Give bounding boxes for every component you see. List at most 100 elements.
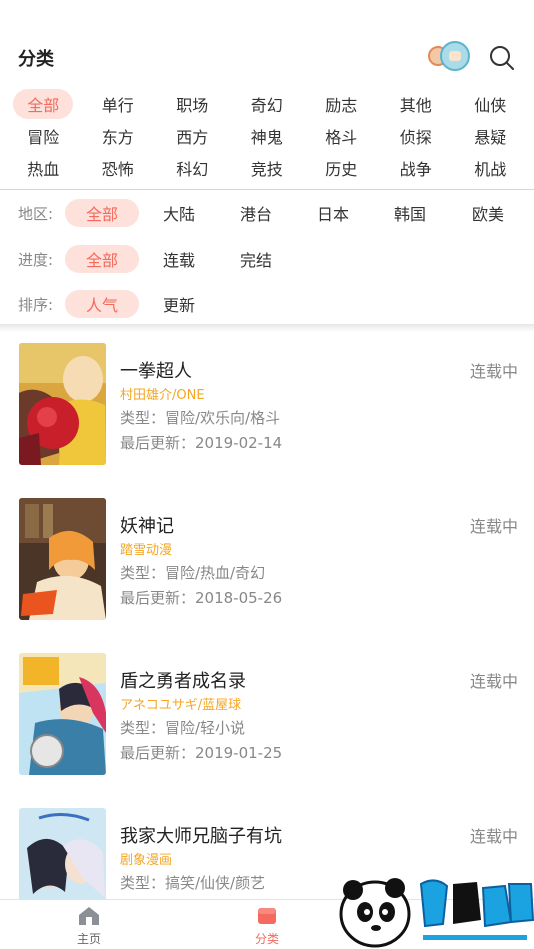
header: 分类 bbox=[0, 0, 534, 84]
category-chip[interactable]: 全部 bbox=[6, 88, 81, 120]
category-chip-label: 其他 bbox=[399, 96, 432, 115]
comic-author: 踏雪动漫 bbox=[120, 543, 173, 558]
nav-home-label: 主页 bbox=[76, 932, 101, 946]
category-chip-label: 历史 bbox=[325, 160, 358, 179]
category-grid: 全部 单行 职场 奇幻 励志 其他 仙侠冒险 东方 西方 神鬼 格斗 侦探 悬疑热血 恐怖 科幻 竞技 历史 战争… bbox=[6, 88, 528, 184]
comic-item[interactable]: 妖神记 踏雪动漫 类型：冒险/热血/奇幻 最后更新：2018-05-26 连载中 bbox=[0, 498, 534, 620]
filter-shadow bbox=[0, 324, 534, 332]
avatar-main-icon bbox=[440, 41, 470, 71]
category-chip[interactable]: 神鬼 bbox=[230, 120, 305, 152]
region-option-west[interactable]: 欧美 bbox=[451, 199, 525, 227]
sort-option-popular[interactable]: 人气 bbox=[65, 290, 139, 318]
filter-region: 地区: 全部 大陆 港台 日本 韩国 欧美 bbox=[0, 198, 534, 228]
comic-genre: 类型：冒险/热血/奇幻 bbox=[120, 564, 266, 582]
category-chip[interactable]: 恐怖 bbox=[81, 152, 156, 184]
category-chip[interactable]: 机战 bbox=[453, 152, 528, 184]
category-chip[interactable]: 科幻 bbox=[155, 152, 230, 184]
comic-author: 剧象漫画 bbox=[120, 853, 173, 868]
comic-item[interactable]: 一拳超人 村田雄介/ONE 类型：冒险/欢乐向/格斗 最后更新：2019-02-… bbox=[0, 343, 534, 465]
filter-region-label: 地区: bbox=[18, 204, 54, 223]
comic-author: 村田雄介/ONE bbox=[120, 388, 205, 403]
category-chip-label: 战争 bbox=[399, 160, 432, 179]
category-chip[interactable]: 格斗 bbox=[304, 120, 379, 152]
category-chip[interactable]: 热血 bbox=[6, 152, 81, 184]
category-chip[interactable]: 悬疑 bbox=[453, 120, 528, 152]
comic-genre: 类型：搞笑/仙侠/颜艺 bbox=[120, 874, 266, 892]
comic-genre: 类型：冒险/轻小说 bbox=[120, 719, 246, 737]
category-chip-label: 单行 bbox=[101, 96, 134, 115]
category-chip[interactable]: 西方 bbox=[155, 120, 230, 152]
category-chip[interactable]: 仙侠 bbox=[453, 88, 528, 120]
comic-title: 妖神记 bbox=[120, 516, 174, 537]
filter-sort: 排序: 人气 更新 bbox=[0, 289, 534, 319]
comic-updated: 最后更新：2018-05-26 bbox=[120, 589, 283, 607]
category-chip-label: 仙侠 bbox=[474, 96, 507, 115]
category-chip-label: 格斗 bbox=[325, 128, 358, 147]
progress-option-completed[interactable]: 完结 bbox=[219, 245, 293, 273]
category-chip-label: 科幻 bbox=[176, 160, 209, 179]
progress-option-ongoing[interactable]: 连载 bbox=[142, 245, 216, 273]
category-chip[interactable]: 竞技 bbox=[230, 152, 305, 184]
filter-sort-label: 排序: bbox=[18, 295, 54, 314]
home-icon bbox=[79, 907, 99, 925]
category-chip-label: 奇幻 bbox=[250, 96, 283, 115]
category-chip-label: 东方 bbox=[101, 128, 134, 147]
app-root: 分类 全部 单行 职场 奇幻 励志 其他 仙侠冒险 东方 西方 神鬼 格斗 侦探 悬疑热血 恐怖 科幻 竞技 历… bbox=[0, 0, 534, 949]
search-icon bbox=[490, 46, 514, 70]
category-chip-label: 竞技 bbox=[250, 160, 283, 179]
comic-status: 连载中 bbox=[469, 517, 518, 536]
category-chip[interactable]: 东方 bbox=[81, 120, 156, 152]
region-option-korea[interactable]: 韩国 bbox=[373, 199, 447, 227]
category-chip-label: 神鬼 bbox=[250, 128, 283, 147]
category-chip-label: 冒险 bbox=[27, 128, 60, 147]
category-chip[interactable]: 冒险 bbox=[6, 120, 81, 152]
comic-cover[interactable] bbox=[19, 343, 106, 465]
comic-cover[interactable] bbox=[19, 653, 106, 775]
divider bbox=[0, 189, 534, 190]
category-chip[interactable]: 励志 bbox=[304, 88, 379, 120]
comic-status: 连载中 bbox=[469, 827, 518, 846]
avatar[interactable] bbox=[428, 41, 470, 73]
category-chip-label: 机战 bbox=[474, 160, 507, 179]
nav-home[interactable]: 主页 bbox=[49, 900, 129, 949]
filter-progress-label: 进度: bbox=[18, 250, 54, 269]
category-chip-label: 全部 bbox=[13, 89, 74, 119]
nav-category[interactable]: 分类 bbox=[227, 900, 307, 949]
category-chip-label: 励志 bbox=[325, 96, 358, 115]
progress-option-all[interactable]: 全部 bbox=[65, 245, 139, 273]
category-chip[interactable]: 单行 bbox=[81, 88, 156, 120]
category-chip-label: 侦探 bbox=[399, 128, 432, 147]
search-button[interactable] bbox=[488, 44, 516, 72]
region-option-japan[interactable]: 日本 bbox=[296, 199, 370, 227]
watermark-logo bbox=[335, 870, 534, 949]
category-chip[interactable]: 其他 bbox=[379, 88, 454, 120]
region-option-all[interactable]: 全部 bbox=[65, 199, 139, 227]
filter-progress: 进度: 全部 连载 完结 bbox=[0, 244, 534, 274]
comic-cover[interactable] bbox=[19, 498, 106, 620]
category-chip[interactable]: 奇幻 bbox=[230, 88, 305, 120]
comic-updated: 最后更新：2019-01-25 bbox=[120, 744, 283, 762]
category-chip[interactable]: 职场 bbox=[155, 88, 230, 120]
nav-category-label: 分类 bbox=[254, 932, 279, 946]
category-chip-label: 西方 bbox=[176, 128, 209, 147]
sort-option-updated[interactable]: 更新 bbox=[142, 290, 216, 318]
category-chip[interactable]: 侦探 bbox=[379, 120, 454, 152]
category-chip[interactable]: 战争 bbox=[379, 152, 454, 184]
category-chip[interactable]: 历史 bbox=[304, 152, 379, 184]
comic-title: 我家大师兄脑子有坑 bbox=[120, 826, 282, 847]
comic-title: 一拳超人 bbox=[120, 361, 192, 382]
category-chip-label: 悬疑 bbox=[474, 128, 507, 147]
comic-status: 连载中 bbox=[469, 362, 518, 381]
comic-title: 盾之勇者成名录 bbox=[120, 671, 246, 692]
category-chip-label: 职场 bbox=[176, 96, 209, 115]
category-chip-label: 恐怖 bbox=[101, 160, 134, 179]
category-icon bbox=[258, 908, 276, 924]
comic-author: アネコユサギ/蓝屋球 bbox=[120, 698, 242, 713]
comic-updated: 最后更新：2019-02-14 bbox=[120, 434, 283, 452]
region-option-hktw[interactable]: 港台 bbox=[219, 199, 293, 227]
region-option-mainland[interactable]: 大陆 bbox=[142, 199, 216, 227]
comic-item[interactable]: 盾之勇者成名录 アネコユサギ/蓝屋球 类型：冒险/轻小说 最后更新：2019-0… bbox=[0, 653, 534, 775]
comic-genre: 类型：冒险/欢乐向/格斗 bbox=[120, 409, 281, 427]
page-title: 分类 bbox=[18, 49, 54, 70]
category-chip-label: 热血 bbox=[27, 160, 60, 179]
